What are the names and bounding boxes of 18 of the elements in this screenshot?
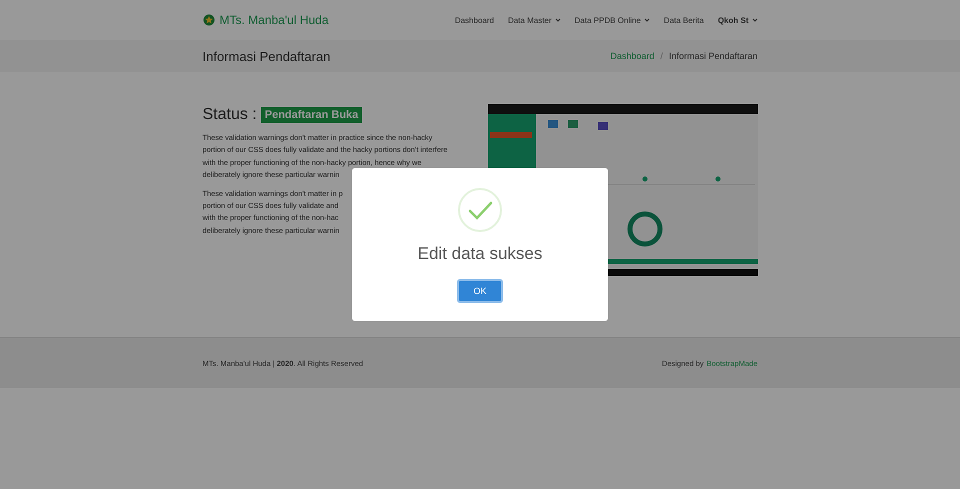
nav-link[interactable]: Data Berita	[664, 16, 704, 24]
breadcrumb-item: Informasi Pendaftaran	[668, 51, 758, 61]
logo-icon	[202, 14, 214, 26]
ok-button[interactable]: OK	[457, 279, 503, 303]
caret-icon	[644, 18, 650, 22]
nav-link[interactable]: Qkoh St	[718, 16, 758, 24]
page-title: Informasi Pendaftaran	[202, 48, 330, 64]
brand-name[interactable]: MTs. Manba'ul Huda	[220, 13, 329, 27]
nav-link[interactable]: Data PPDB Online	[574, 16, 650, 24]
caret-icon	[554, 18, 561, 22]
status-label: Status :	[202, 106, 257, 124]
status-badge: Pendaftaran Buka	[260, 107, 362, 123]
caret-icon	[752, 18, 758, 22]
check-icon	[458, 188, 502, 232]
dialog-message: Edit data sukses	[418, 244, 542, 264]
nav-link[interactable]: Data Master	[508, 16, 561, 24]
breadcrumb-separator: /	[660, 51, 663, 61]
nav-link[interactable]: Dashboard	[454, 16, 494, 24]
